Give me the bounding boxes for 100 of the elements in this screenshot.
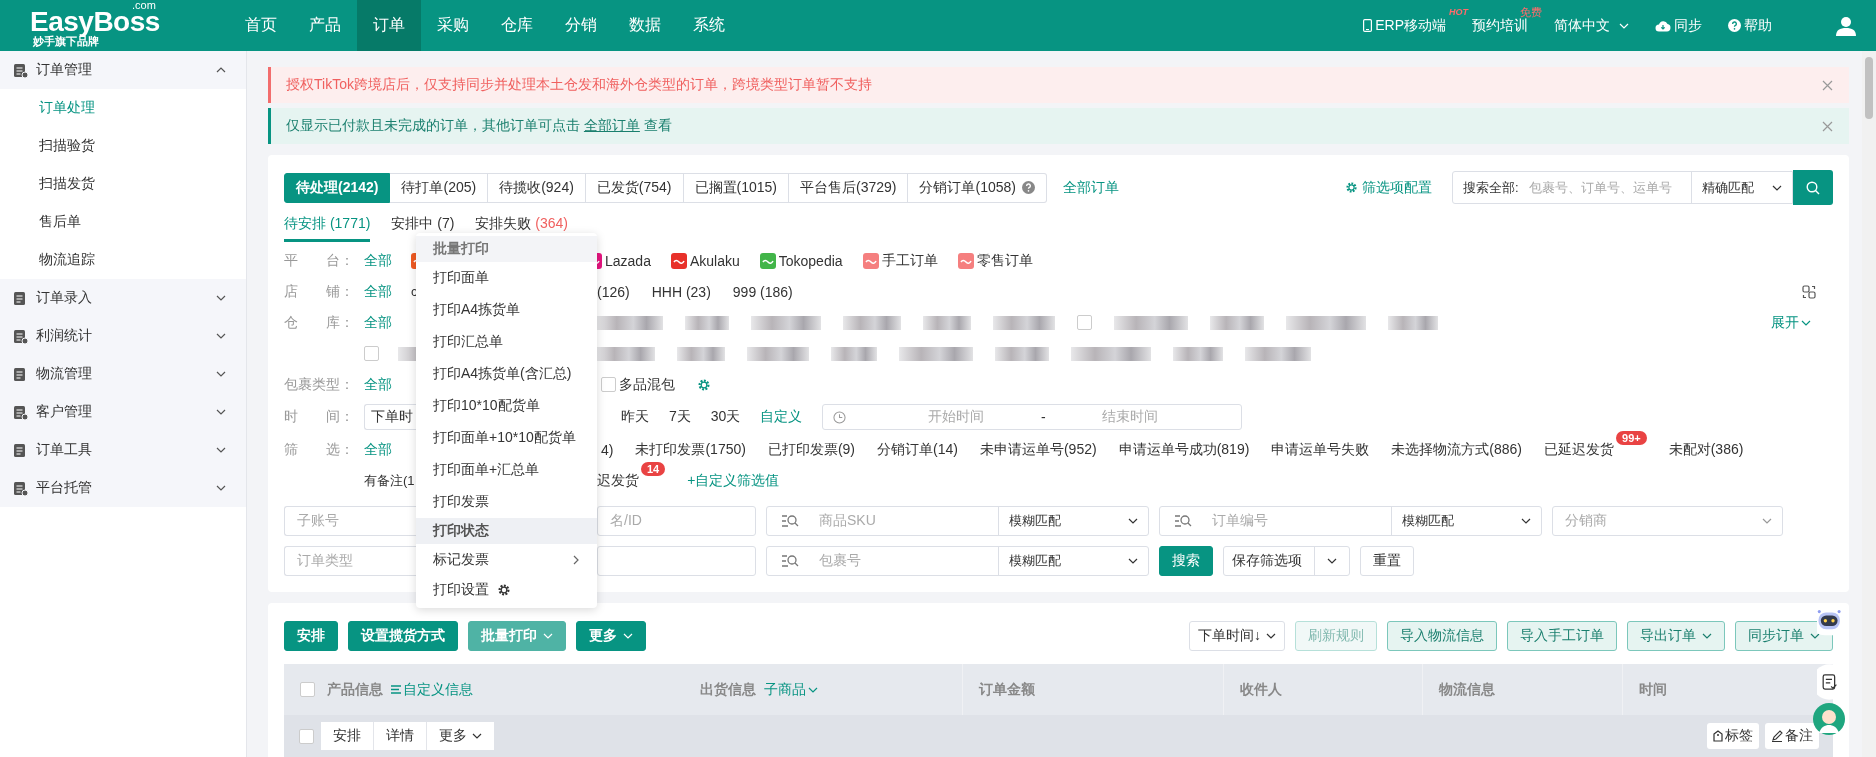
nav-tab[interactable]: 分销 <box>549 0 613 51</box>
filter-option[interactable]: 申请运单号失败 <box>1271 440 1370 459</box>
menu-item[interactable]: 标记发票 <box>416 544 597 576</box>
training-link[interactable]: 预约培训 <box>1472 16 1528 35</box>
sidebar-item[interactable]: 售后单 <box>0 203 246 241</box>
sort-select[interactable]: 下单时间↓ <box>1189 621 1285 651</box>
filter-option[interactable]: 7天 <box>669 408 691 426</box>
filter-option[interactable]: 999 (186) <box>732 283 793 300</box>
filter-option[interactable]: HHH (23) <box>651 283 711 300</box>
toolbar-button[interactable]: 更多 <box>576 621 646 651</box>
copy-icon[interactable] <box>1802 284 1816 299</box>
toolbar-button[interactable]: 导入手工订单 <box>1507 621 1617 651</box>
menu-item[interactable]: 打印面单 <box>416 262 597 294</box>
filter-option[interactable]: 全部 <box>364 375 392 394</box>
row-tool-button[interactable]: 备注 <box>1765 723 1819 749</box>
nav-tab[interactable]: 数据 <box>613 0 677 51</box>
user-icon[interactable] <box>1836 15 1856 36</box>
nav-tab[interactable]: 系统 <box>677 0 741 51</box>
search-field[interactable]: 订单编号 模糊匹配 <box>1159 506 1542 536</box>
toolbar-button[interactable]: 导出订单 <box>1627 621 1725 651</box>
platform-option[interactable]: Tokopedia <box>778 252 843 269</box>
sidebar-group[interactable]: 利润统计 <box>0 317 246 355</box>
status-tab[interactable]: 待打单(205) <box>390 172 489 203</box>
toolbar-button[interactable]: 设置揽货方式 <box>348 621 458 651</box>
expand-link[interactable]: 展开 <box>1771 313 1811 332</box>
status-tab[interactable]: 已发货(754) <box>585 172 684 203</box>
scrollbar[interactable] <box>1862 51 1876 757</box>
checkbox[interactable] <box>300 682 315 697</box>
nav-tab[interactable]: 订单 <box>357 0 421 51</box>
language-select[interactable]: 简体中文 <box>1554 16 1629 35</box>
checkbox[interactable] <box>601 377 616 392</box>
date-range-field[interactable]: 开始时间 - 结束时间 <box>822 404 1243 430</box>
status-tab[interactable]: 分销订单(1058) <box>908 172 1047 203</box>
filter-option[interactable]: (126) <box>597 283 630 300</box>
toolbar-button[interactable]: 导入物流信息 <box>1387 621 1497 651</box>
all-orders-link[interactable]: 全部订单 <box>583 117 640 133</box>
sidebar-group[interactable]: 物流管理 <box>0 355 246 393</box>
sidebar-item[interactable]: 扫描发货 <box>0 165 246 203</box>
sidebar-item[interactable]: 扫描验货 <box>0 127 246 165</box>
match-select[interactable]: 模糊匹配 <box>998 547 1148 575</box>
filter-option[interactable]: 未配对(386) <box>1668 440 1744 459</box>
checkbox-label[interactable]: 多品混包 <box>619 375 675 394</box>
sidebar-group[interactable]: 客户管理 <box>0 393 246 431</box>
toolbar-button[interactable]: 同步订单 <box>1735 621 1833 651</box>
platform-option[interactable]: 手工订单 <box>881 251 938 270</box>
help-link[interactable]: 帮助 <box>1744 16 1772 35</box>
sidebar-item[interactable]: 订单处理 <box>0 89 246 127</box>
filter-option[interactable]: 全部 <box>364 251 392 270</box>
filter-config-link[interactable]: 筛选项配置 <box>1362 178 1432 197</box>
checkbox[interactable] <box>1077 315 1092 330</box>
search-button[interactable] <box>1793 170 1833 205</box>
search-field[interactable]: 搜索全部: 包裹号、订单号、运单号 精确匹配 <box>1452 171 1793 204</box>
filter-option[interactable]: +自定义筛选值 <box>687 471 780 490</box>
sidebar-group[interactable]: 订单工具 <box>0 431 246 469</box>
menu-item[interactable]: 打印发票 <box>416 486 597 518</box>
platform-option[interactable]: Akulaku <box>689 252 740 269</box>
filter-option[interactable]: 未打印发票(1750) <box>635 440 746 459</box>
sub-tab[interactable]: 待安排 (1771) <box>284 215 371 242</box>
menu-item[interactable]: 打印A4拣货单 <box>416 294 597 326</box>
menu-item[interactable]: 打印10*10配货单 <box>416 390 597 422</box>
search-button[interactable]: 搜索 <box>1159 546 1213 576</box>
nav-tab[interactable]: 采购 <box>421 0 485 51</box>
close-icon[interactable] <box>1822 120 1833 132</box>
nav-tab[interactable]: 首页 <box>229 0 293 51</box>
status-tab[interactable]: 待处理(2142) <box>284 172 391 203</box>
search-field[interactable]: 包裹号 模糊匹配 <box>766 546 1149 576</box>
filter-option[interactable]: 已打印发票(9) <box>767 440 856 459</box>
filter-option[interactable]: 昨天 <box>621 408 649 426</box>
platform-option[interactable]: 零售订单 <box>976 251 1033 270</box>
filter-option[interactable]: 全部 <box>364 282 392 301</box>
sidebar-item[interactable]: 物流追踪 <box>0 241 246 279</box>
text-field[interactable] <box>597 546 756 576</box>
checkbox[interactable] <box>364 346 379 361</box>
nav-tab[interactable]: 仓库 <box>485 0 549 51</box>
status-tab[interactable]: 已搁置(1015) <box>683 172 789 203</box>
row-action-button[interactable]: 安排 <box>321 722 374 750</box>
filter-option[interactable]: 迟发货 <box>597 471 639 490</box>
filter-option[interactable]: 4) <box>601 441 614 458</box>
search-field[interactable]: 商品SKU 模糊匹配 <box>766 506 1149 536</box>
menu-item[interactable]: 打印A4拣货单(含汇总) <box>416 358 597 390</box>
menu-item[interactable]: 打印设置 <box>416 576 597 604</box>
close-icon[interactable] <box>1822 79 1833 91</box>
filter-option[interactable]: 全部 <box>364 440 392 459</box>
checkbox[interactable] <box>299 728 314 744</box>
nav-tab[interactable]: 产品 <box>293 0 357 51</box>
platform-option[interactable]: Lazada <box>605 252 651 269</box>
filter-option[interactable]: 30天 <box>710 408 741 426</box>
filter-option[interactable]: 申请运单号成功(819) <box>1118 440 1250 459</box>
match-select[interactable]: 模糊匹配 <box>1391 507 1541 535</box>
filter-option[interactable]: 有备注(1 <box>364 471 415 490</box>
menu-item[interactable]: 打印面单+10*10配货单 <box>416 422 597 454</box>
menu-item[interactable]: 打印面单+汇总单 <box>416 454 597 486</box>
filter-option[interactable]: 分销订单(14) <box>877 440 958 459</box>
sidebar-group[interactable]: 平台托管 <box>0 469 246 507</box>
menu-item[interactable]: 打印状态 <box>416 518 597 544</box>
match-select[interactable]: 模糊匹配 <box>998 507 1148 535</box>
status-tab[interactable]: 平台售后(3729) <box>789 172 909 203</box>
sidebar-group[interactable]: 订单录入 <box>0 279 246 317</box>
sync-link[interactable]: 同步 <box>1674 16 1702 35</box>
filter-option[interactable]: 已延迟发货 <box>1544 440 1614 459</box>
